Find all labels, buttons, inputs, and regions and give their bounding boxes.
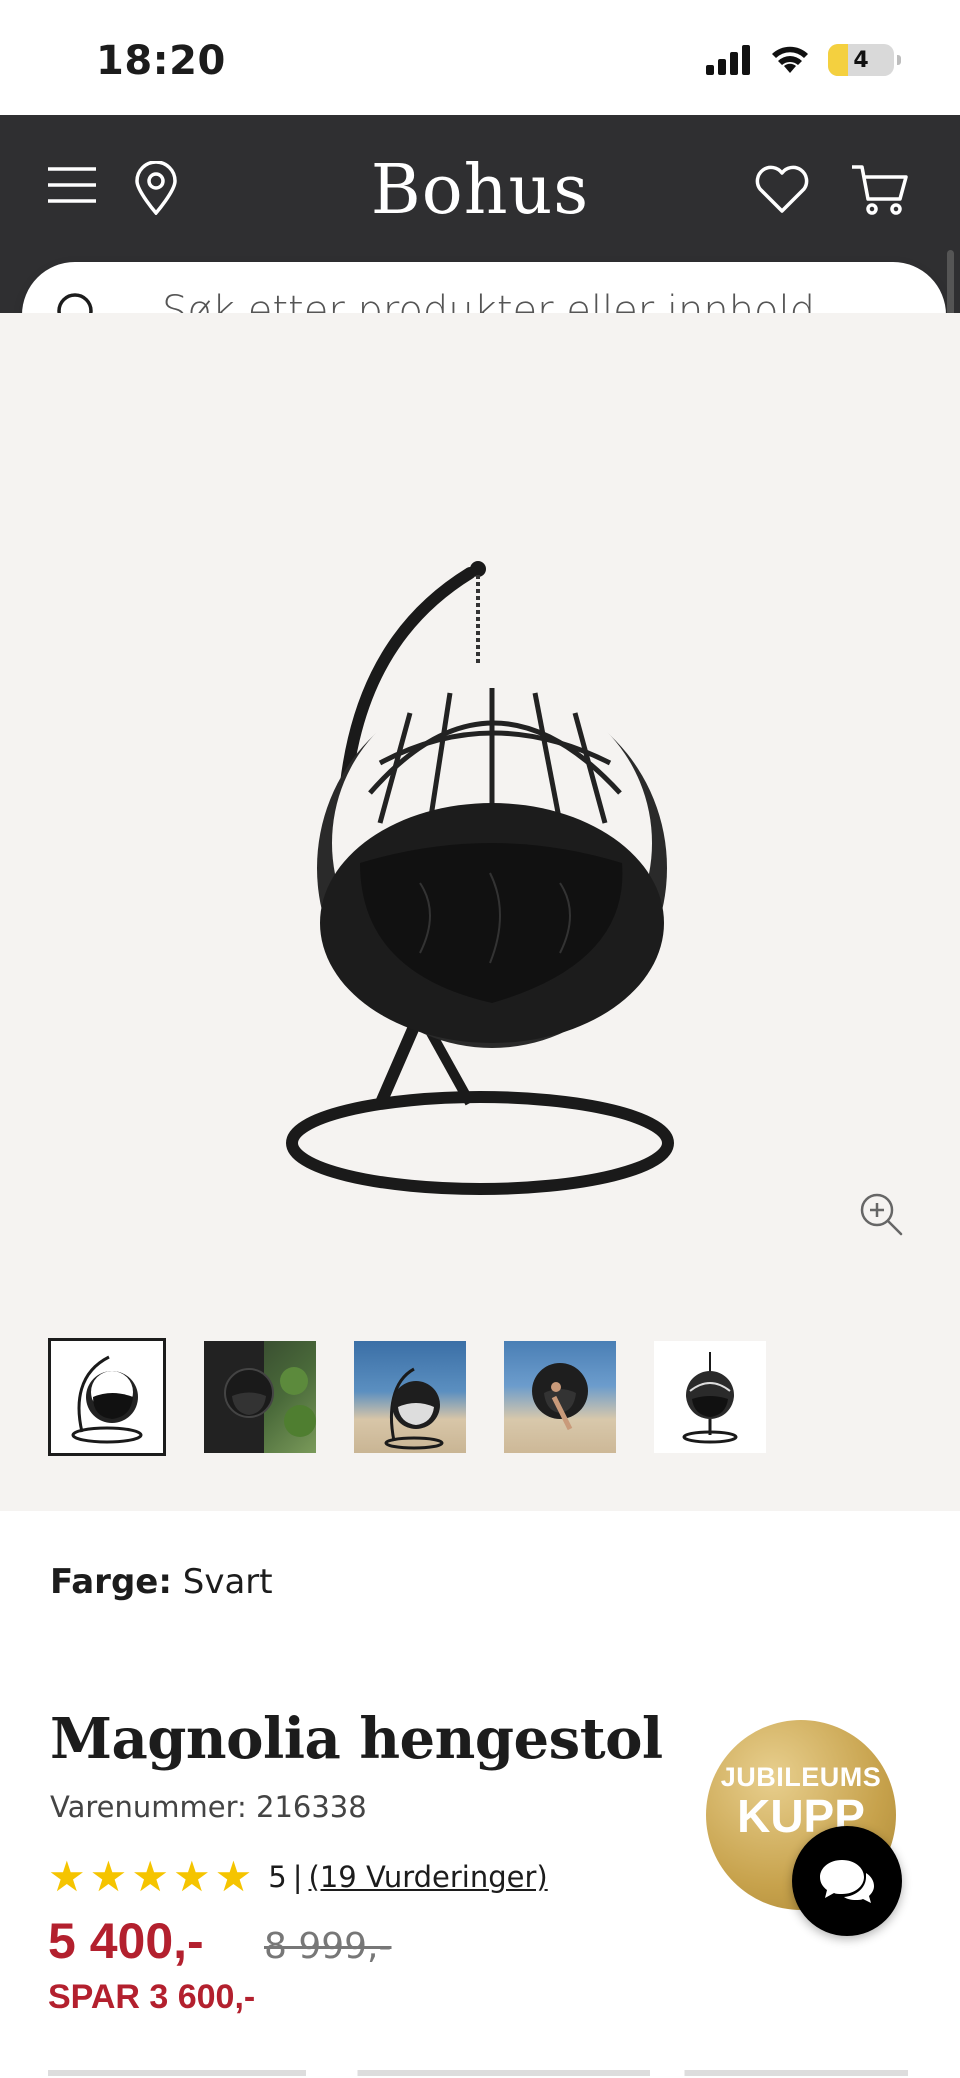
status-bar: 18:20 4 xyxy=(0,0,960,115)
favorites-heart-icon[interactable] xyxy=(754,165,810,215)
signal-icon xyxy=(706,45,750,75)
badge-line-1: JUBILEUMS xyxy=(720,1761,882,1792)
battery-icon: 4 xyxy=(828,44,901,76)
chat-bubbles-icon xyxy=(820,1860,874,1903)
rating-row: ★ ★ ★ ★ ★ 5 | (19 Vurderinger) xyxy=(48,1856,548,1898)
star-rating: ★ ★ ★ ★ ★ xyxy=(48,1856,252,1898)
thumbnail-strip xyxy=(48,1338,766,1456)
star-icon: ★ xyxy=(48,1852,86,1901)
cart-icon[interactable] xyxy=(850,163,910,217)
zoom-in-icon[interactable] xyxy=(858,1191,904,1237)
chat-button[interactable] xyxy=(792,1826,902,1936)
status-icons: 4 xyxy=(706,44,901,76)
battery-level: 4 xyxy=(853,47,869,73)
color-selection: Farge: Svart xyxy=(50,1562,273,1602)
star-icon: ★ xyxy=(131,1852,169,1901)
thumbnail-4[interactable] xyxy=(504,1341,616,1453)
product-gallery xyxy=(0,313,960,1511)
thumbnail-3[interactable] xyxy=(354,1341,466,1453)
status-time: 18:20 xyxy=(96,38,226,84)
star-icon: ★ xyxy=(172,1852,211,1901)
thumbnail-1[interactable] xyxy=(48,1338,166,1456)
color-value: Svart xyxy=(182,1562,273,1602)
star-icon: ★ xyxy=(214,1852,253,1901)
star-icon: ★ xyxy=(89,1852,128,1901)
reviews-link[interactable]: (19 Vurderinger) xyxy=(309,1860,548,1894)
rating-separator: | xyxy=(292,1860,303,1894)
wifi-icon xyxy=(772,46,808,73)
bohus-logo[interactable]: Bohus xyxy=(0,151,960,230)
product-main-image[interactable] xyxy=(270,503,680,1223)
original-price: 8 999,- xyxy=(264,1926,392,1967)
thumbnail-2[interactable] xyxy=(204,1341,316,1453)
description-preview xyxy=(48,2058,908,2078)
current-price: 5 400,- xyxy=(48,1913,204,1969)
color-label: Farge: xyxy=(50,1562,172,1602)
saving-amount: SPAR 3 600,- xyxy=(48,1978,256,2016)
thumbnail-5[interactable] xyxy=(654,1341,766,1453)
sku-number: Varenummer: 216338 xyxy=(50,1790,367,1824)
product-title: Magnolia hengestol xyxy=(50,1706,663,1772)
rating-value: 5 xyxy=(268,1860,287,1894)
